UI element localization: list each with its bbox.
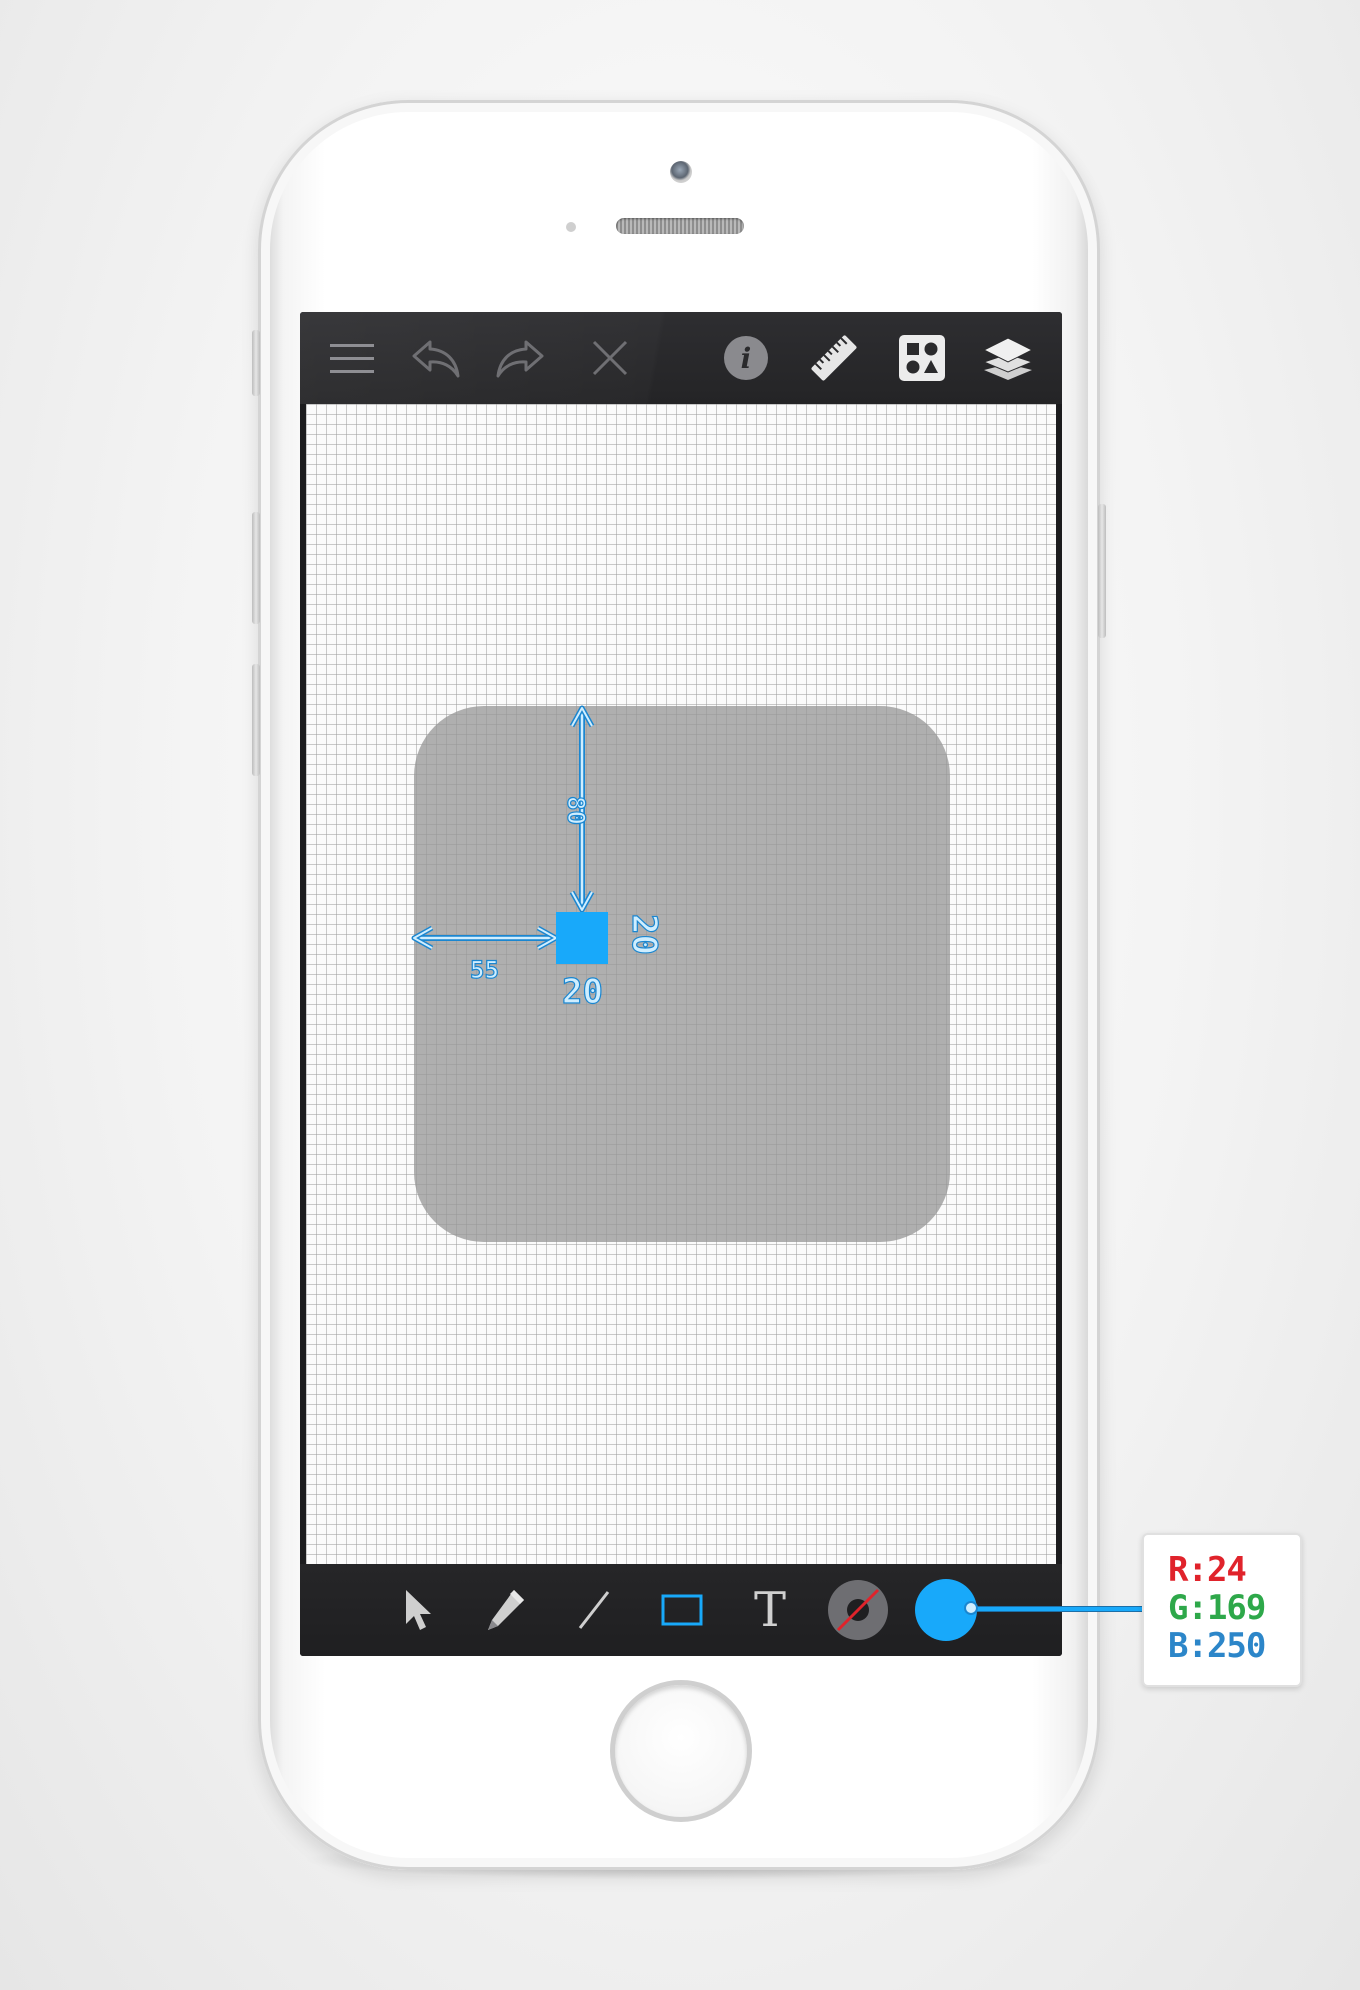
proximity-sensor — [566, 222, 576, 232]
undo-icon — [412, 340, 460, 378]
ruler-button[interactable] — [806, 330, 862, 386]
text-tool-icon: T — [753, 1582, 786, 1638]
volume-down-button — [252, 664, 260, 776]
redo-button[interactable] — [492, 330, 548, 386]
top-offset-label: 80 — [561, 795, 590, 825]
selected-blue-square[interactable] — [556, 912, 608, 964]
line-icon — [578, 1591, 610, 1629]
top-toolbar: i — [300, 312, 1062, 404]
measurement-arrows — [411, 705, 595, 951]
redo-icon — [496, 340, 544, 378]
hamburger-menu-icon — [330, 344, 374, 373]
rgb-blue-value: B:250 — [1168, 1626, 1266, 1666]
info-button[interactable]: i — [718, 330, 774, 386]
stroke-color-button[interactable] — [826, 1578, 890, 1642]
drawing-canvas[interactable]: 80 55 20 20 — [306, 404, 1056, 1564]
width-label: 20 — [561, 971, 603, 1012]
rgb-red-value: R:24 — [1168, 1550, 1247, 1590]
shapes-button[interactable] — [894, 330, 950, 386]
left-offset-label: 55 — [469, 955, 499, 984]
shapes-icon — [899, 335, 945, 381]
earpiece-speaker — [616, 218, 744, 234]
height-label: 20 — [623, 913, 664, 955]
menu-button[interactable] — [324, 330, 380, 386]
pointer-arrow-icon — [406, 1590, 431, 1630]
layers-icon — [982, 337, 1034, 380]
line-tool[interactable] — [562, 1578, 626, 1642]
app-screen: i 80 55 20 20 T — [300, 312, 1062, 1656]
front-camera — [670, 161, 692, 183]
select-tool[interactable] — [386, 1578, 450, 1642]
volume-up-button — [252, 512, 260, 624]
ruler-icon — [811, 335, 857, 381]
rgb-info-card: R:24 G:169 B:250 — [1142, 1533, 1302, 1687]
power-button — [1098, 504, 1106, 638]
rectangle-icon — [661, 1594, 703, 1626]
horizontal-offset-arrow — [411, 925, 559, 951]
mute-switch — [252, 330, 260, 396]
color-callout-dot — [964, 1601, 978, 1615]
stroke-color-icon — [828, 1580, 888, 1640]
pencil-tool[interactable] — [474, 1578, 538, 1642]
layers-button[interactable] — [980, 330, 1036, 386]
info-icon-glyph: i — [740, 341, 752, 375]
color-callout-line — [970, 1607, 1142, 1611]
home-button[interactable] — [610, 1680, 752, 1822]
info-icon: i — [724, 336, 768, 380]
undo-button[interactable] — [408, 330, 464, 386]
bottom-toolbar: T — [300, 1564, 1062, 1656]
rectangle-tool[interactable] — [650, 1578, 714, 1642]
close-icon — [592, 340, 628, 376]
rgb-green-value: G:169 — [1168, 1588, 1266, 1628]
pencil-icon — [488, 1590, 524, 1630]
close-button[interactable] — [582, 330, 638, 386]
text-tool[interactable]: T — [738, 1578, 802, 1642]
